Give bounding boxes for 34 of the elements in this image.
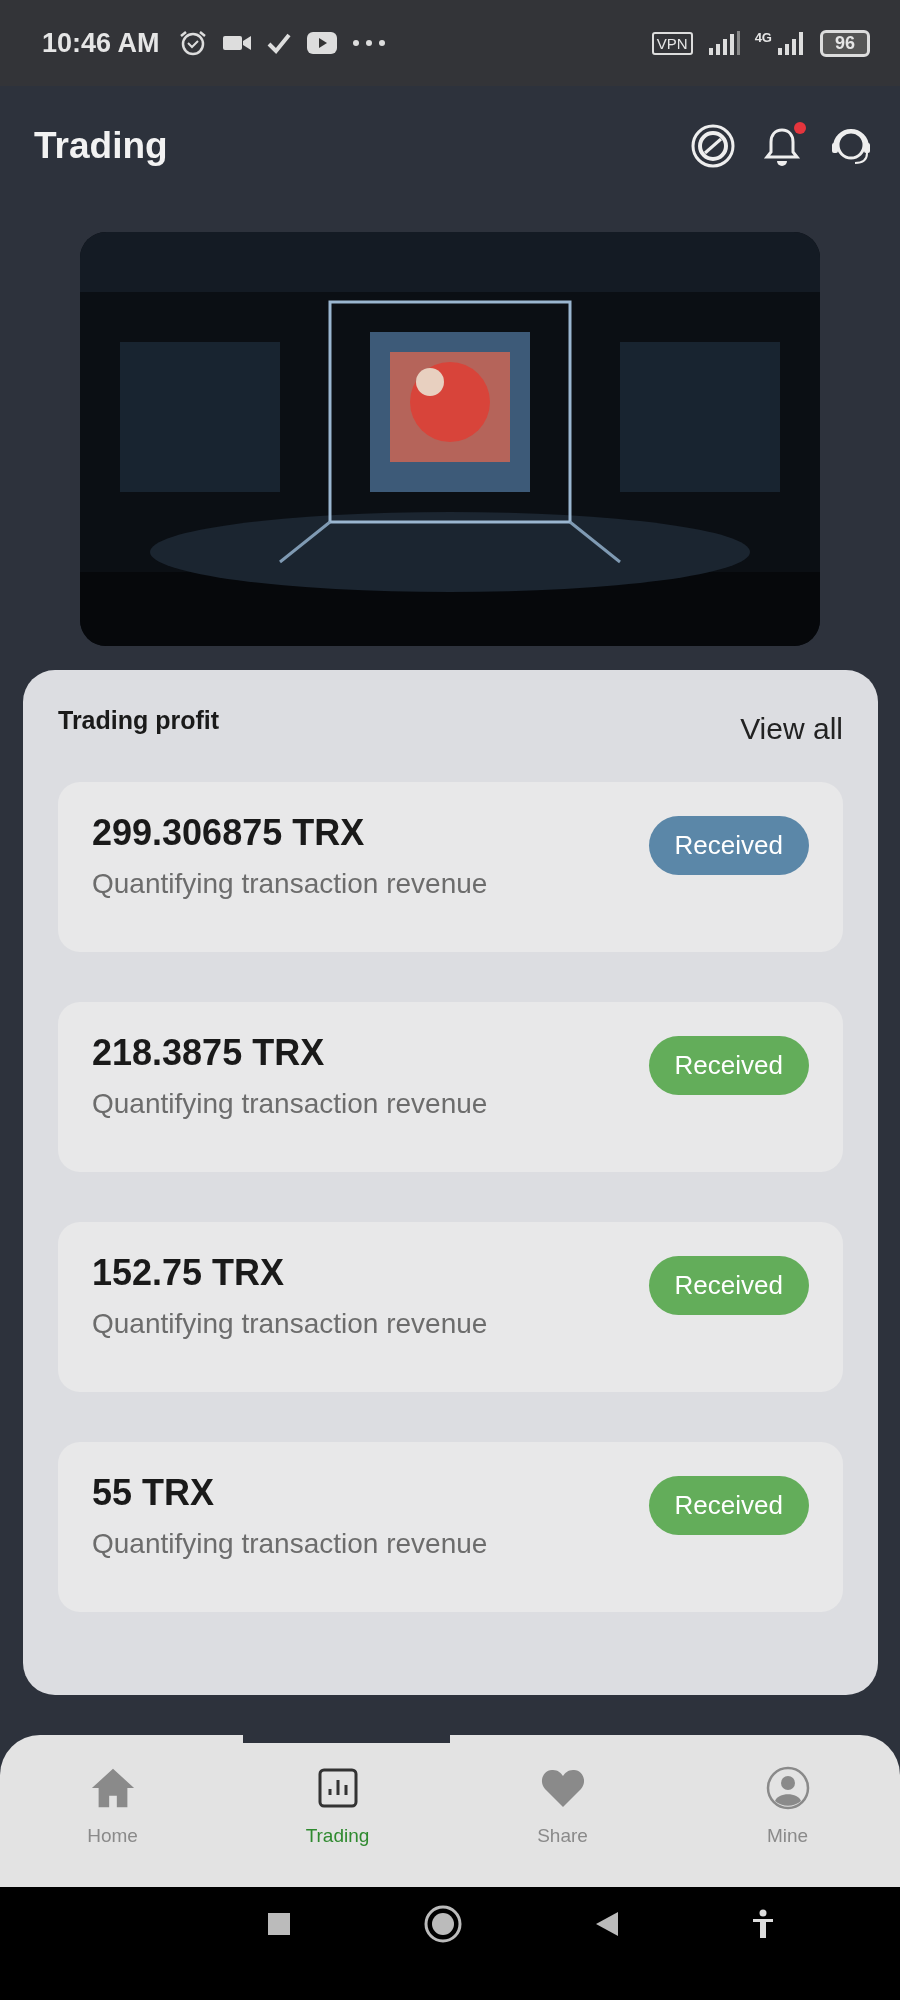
profit-amount: 55 TRX — [92, 1472, 216, 1514]
language-icon[interactable] — [690, 123, 736, 169]
user-icon — [764, 1765, 811, 1811]
view-all-link[interactable]: View all — [740, 712, 843, 746]
network-type: 4G — [754, 30, 772, 45]
play-icon — [305, 31, 338, 55]
check-icon — [265, 32, 292, 54]
signal-icon — [706, 30, 741, 56]
tab-item[interactable]: Mine — [675, 1743, 900, 1887]
profit-amount: 299.306875 TRX — [92, 812, 366, 854]
profit-description: Quantifying transaction revenue — [92, 1528, 488, 1560]
status-badge: Received — [648, 816, 809, 875]
profit-description: Quantifying transaction revenue — [92, 1308, 488, 1340]
status-time: 10:46 AM — [42, 27, 160, 59]
status-badge: Received — [648, 1036, 809, 1095]
section-title: Trading profit — [58, 706, 220, 735]
profit-description: Quantifying transaction revenue — [92, 1088, 488, 1120]
accessibility-icon[interactable] — [750, 1908, 775, 1939]
tab-item[interactable]: Share — [450, 1743, 675, 1887]
status-badge: Received — [648, 1256, 809, 1315]
tab-item[interactable]: Home — [0, 1743, 225, 1887]
page-title: Trading — [34, 125, 168, 167]
recent-apps-icon[interactable] — [265, 1910, 292, 1937]
signal-icon — [775, 30, 806, 56]
status-badge: Received — [648, 1476, 809, 1535]
home-button-icon[interactable] — [422, 1903, 463, 1944]
tab-item[interactable]: Trading — [225, 1743, 450, 1887]
vpn-indicator: VPN — [651, 31, 693, 55]
profit-amount: 218.3875 TRX — [92, 1032, 326, 1074]
profit-amount: 152.75 TRX — [92, 1252, 286, 1294]
more-icon — [351, 39, 386, 47]
video-camera-icon — [221, 33, 252, 53]
profit-description: Quantifying transaction revenue — [92, 868, 488, 900]
battery-level: 96 — [819, 29, 870, 57]
